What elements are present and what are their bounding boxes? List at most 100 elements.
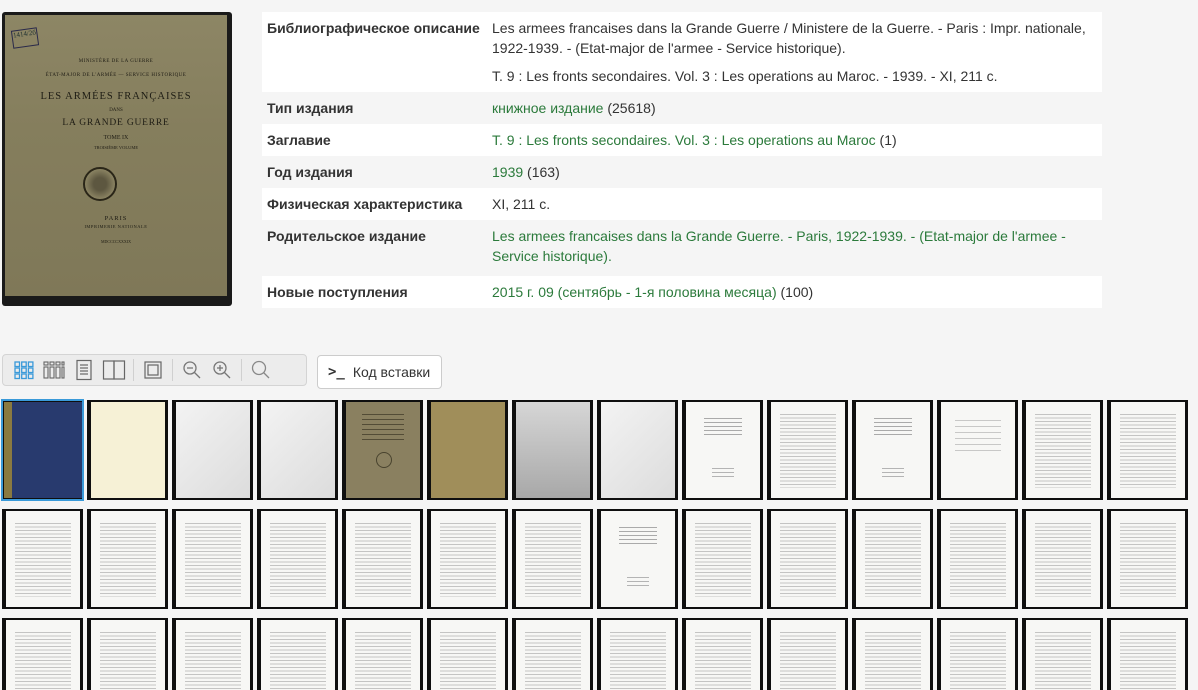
cover-title-1: LES ARMÉES FRANÇAISES xyxy=(40,91,192,102)
page-thumbnail-image xyxy=(770,620,845,690)
page-thumbnail[interactable] xyxy=(937,509,1018,609)
page-thumbnail[interactable] xyxy=(342,509,423,609)
page-thumbnail-image xyxy=(855,511,930,607)
page-thumbnail[interactable] xyxy=(512,400,593,500)
page-thumbnail-image xyxy=(770,402,845,498)
page-thumbnail[interactable] xyxy=(257,400,338,500)
row-value: Les armees francaises dans la Grande Gue… xyxy=(492,226,1097,266)
physical-value: XI, 211 с. xyxy=(492,196,551,212)
page-thumbnail[interactable] xyxy=(172,618,253,690)
page-thumbnail[interactable] xyxy=(682,509,763,609)
row-value: 1939 (163) xyxy=(492,162,1097,182)
page-thumbnail-image xyxy=(260,402,335,498)
page-thumbnail[interactable] xyxy=(1022,400,1103,500)
fit-icon[interactable] xyxy=(138,355,168,385)
row-label: Родительское издание xyxy=(267,228,426,244)
page-thumbnail[interactable] xyxy=(1,399,84,501)
book-cover-image[interactable]: 1414/2б MINISTÈRE DE LA GUERRE ÉTAT-MAJO… xyxy=(2,12,232,306)
cover-volume: TROISIÈME VOLUME xyxy=(93,145,139,150)
single-page-icon[interactable] xyxy=(69,355,99,385)
page-thumbnail[interactable] xyxy=(257,618,338,690)
page-thumbnail[interactable] xyxy=(682,618,763,690)
row-value: 2015 г. 09 (сентябрь - 1-я половина меся… xyxy=(492,282,1097,302)
zoom-out-icon[interactable] xyxy=(177,355,207,385)
page-thumbnail[interactable] xyxy=(257,509,338,609)
search-icon[interactable] xyxy=(246,355,276,385)
page-thumbnail[interactable] xyxy=(2,618,83,690)
page-thumbnail-image xyxy=(3,402,82,498)
page-thumbnail-image xyxy=(1025,402,1100,498)
page-thumbnail-image xyxy=(1025,620,1100,690)
page-thumbnail[interactable] xyxy=(937,400,1018,500)
page-thumbnail[interactable] xyxy=(512,509,593,609)
page-thumbnail[interactable] xyxy=(1107,618,1188,690)
bibliographic-table: Библиографическое описание Les armees fr… xyxy=(262,12,1102,308)
viewer-toolbar xyxy=(2,354,307,386)
cover-title-3: LA GRANDE GUERRE xyxy=(62,118,170,128)
page-thumbnail[interactable] xyxy=(597,400,678,500)
page-thumbnail[interactable] xyxy=(852,509,933,609)
count: (163) xyxy=(527,164,560,180)
page-thumbnail[interactable] xyxy=(427,400,508,500)
year-link[interactable]: 1939 xyxy=(492,164,523,180)
row-edition-type: Тип издания книжное издание (25618) xyxy=(262,92,1102,124)
page-thumbnail[interactable] xyxy=(87,509,168,609)
page-thumbnail[interactable] xyxy=(512,618,593,690)
page-thumbnail[interactable] xyxy=(172,400,253,500)
cover-line-staff: ÉTAT-MAJOR DE L'ARMÉE — SERVICE HISTORIQ… xyxy=(45,73,187,78)
page-thumbnail[interactable] xyxy=(767,509,848,609)
zoom-in-icon[interactable] xyxy=(207,355,237,385)
page-thumbnail[interactable] xyxy=(1107,400,1188,500)
toolbar-divider xyxy=(133,359,134,381)
page-thumbnail-image xyxy=(940,402,1015,498)
cover-line-ministry: MINISTÈRE DE LA GUERRE xyxy=(78,59,154,64)
page-thumbnail[interactable] xyxy=(87,618,168,690)
page-thumbnail[interactable] xyxy=(427,509,508,609)
page-thumbnail[interactable] xyxy=(342,618,423,690)
page-thumbnail[interactable] xyxy=(427,618,508,690)
parent-link[interactable]: Les armees francaises dans la Grande Gue… xyxy=(492,228,1066,264)
page-thumbnail[interactable] xyxy=(767,618,848,690)
page-thumbnail[interactable] xyxy=(937,618,1018,690)
page-thumbnail-image xyxy=(940,511,1015,607)
cover-title-2: DANS xyxy=(109,108,123,113)
page-thumbnail[interactable] xyxy=(1022,509,1103,609)
page-thumbnail[interactable] xyxy=(852,400,933,500)
page-thumbnail[interactable] xyxy=(342,400,423,500)
page-thumbnail[interactable] xyxy=(682,400,763,500)
page-thumbnail-image xyxy=(515,511,590,607)
count: (1) xyxy=(879,132,897,148)
book-spread-icon[interactable] xyxy=(99,355,129,385)
grid-large-icon[interactable] xyxy=(9,355,39,385)
page-thumbnail-image xyxy=(175,620,250,690)
edition-type-link[interactable]: книжное издание xyxy=(492,100,603,116)
embed-code-label: Код вставки xyxy=(352,364,431,380)
embed-code-button[interactable]: >_ Код вставки xyxy=(317,355,442,389)
row-value: Т. 9 : Les fronts secondaires. Vol. 3 : … xyxy=(492,130,1097,150)
grid-small-icon[interactable] xyxy=(39,355,69,385)
page-thumbnail[interactable] xyxy=(597,618,678,690)
row-label: Заглавие xyxy=(267,132,331,148)
page-thumbnail-image xyxy=(345,402,420,498)
page-thumbnails-grid xyxy=(1,399,1198,690)
page-thumbnail-image xyxy=(600,402,675,498)
page-thumbnail[interactable] xyxy=(597,509,678,609)
page-thumbnail[interactable] xyxy=(1022,618,1103,690)
page-thumbnail-image xyxy=(260,511,335,607)
page-thumbnail[interactable] xyxy=(852,618,933,690)
page-thumbnail[interactable] xyxy=(2,509,83,609)
row-value: Les armees francaises dans la Grande Gue… xyxy=(492,18,1097,86)
new-arrivals-link[interactable]: 2015 г. 09 (сентябрь - 1-я половина меся… xyxy=(492,284,777,300)
page-thumbnail[interactable] xyxy=(172,509,253,609)
title-link[interactable]: Т. 9 : Les fronts secondaires. Vol. 3 : … xyxy=(492,132,876,148)
page-thumbnail-image xyxy=(260,620,335,690)
row-title: Заглавие Т. 9 : Les fronts secondaires. … xyxy=(262,124,1102,156)
page-thumbnail-image xyxy=(90,620,165,690)
page-thumbnail[interactable] xyxy=(87,400,168,500)
page-thumbnail[interactable] xyxy=(1107,509,1188,609)
page-thumbnail-image xyxy=(175,402,250,498)
page-thumbnail-image xyxy=(90,511,165,607)
page-thumbnail[interactable] xyxy=(767,400,848,500)
row-parent: Родительское издание Les armees francais… xyxy=(262,220,1102,272)
cover-year: MDCCCCXXXIX xyxy=(100,239,131,244)
